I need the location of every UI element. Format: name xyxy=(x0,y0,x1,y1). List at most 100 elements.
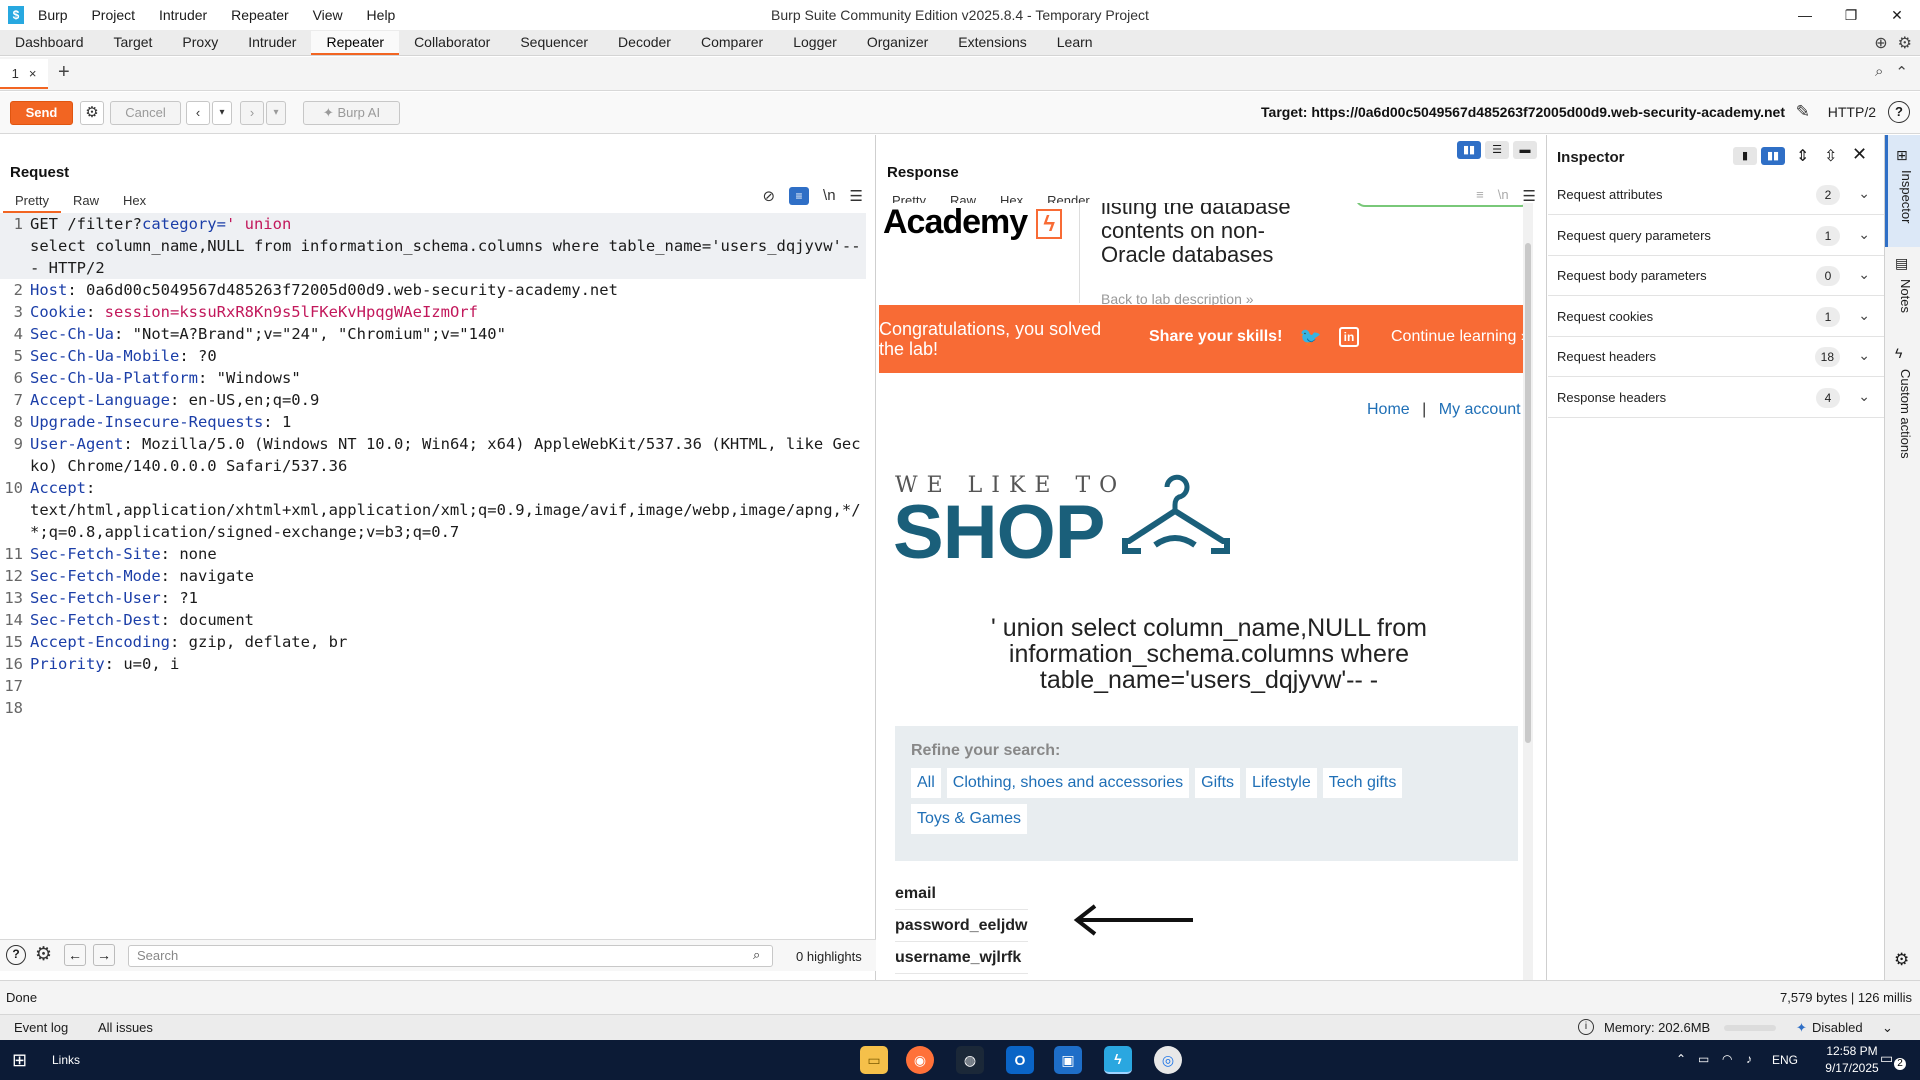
tab-collaborator[interactable]: Collaborator xyxy=(399,31,505,55)
request-menu-icon[interactable]: ☰ xyxy=(850,187,863,205)
filter-tech-gifts[interactable]: Tech gifts xyxy=(1322,768,1403,798)
close-inspector-icon[interactable]: ✕ xyxy=(1852,144,1867,165)
http-version[interactable]: HTTP/2 xyxy=(1828,104,1876,120)
close-tab-icon[interactable]: × xyxy=(29,66,37,81)
outlook-icon[interactable]: O xyxy=(1006,1046,1034,1074)
repeater-tab-1[interactable]: 1 × xyxy=(0,59,48,89)
menu-help[interactable]: Help xyxy=(367,7,396,23)
side-tab-custom-actions[interactable]: ϟ Custom actions xyxy=(1885,337,1920,467)
inspector-section[interactable]: Request headers 18 ⌄ xyxy=(1548,337,1884,377)
expand-all-icon[interactable]: ⇕ xyxy=(1796,146,1809,166)
chevron-down-icon[interactable]: ⌄ xyxy=(1858,266,1870,283)
notification-icon[interactable]: ▭ xyxy=(1880,1050,1893,1067)
wrap-lines-icon[interactable]: ≡ xyxy=(789,187,810,205)
nav-my-account-link[interactable]: My account xyxy=(1439,401,1521,418)
inspector-section[interactable]: Request attributes 2 ⌄ xyxy=(1548,175,1884,215)
request-editor[interactable]: 1 GET /filter?category=' union select co… xyxy=(0,213,866,719)
settings-gear-icon[interactable]: ⚙ xyxy=(1898,33,1912,53)
tab-intruder[interactable]: Intruder xyxy=(233,31,311,55)
tab-dashboard[interactable]: Dashboard xyxy=(0,31,99,55)
search-settings-gear-icon[interactable]: ⚙ xyxy=(35,943,52,966)
request-tab-pretty[interactable]: Pretty xyxy=(3,191,61,213)
menu-project[interactable]: Project xyxy=(91,7,135,23)
filter-toys-games[interactable]: Toys & Games xyxy=(911,804,1028,834)
minimize-button[interactable]: — xyxy=(1782,0,1828,30)
linkedin-icon[interactable]: in xyxy=(1339,327,1359,347)
app-window-icon[interactable]: ▣ xyxy=(1054,1046,1082,1074)
inspector-layout-icon[interactable]: ▮ xyxy=(1733,147,1757,165)
links-toolbar[interactable]: Links xyxy=(52,1053,80,1067)
side-settings-gear-icon[interactable]: ⚙ xyxy=(1894,950,1909,970)
edit-target-pencil-icon[interactable]: ✎ xyxy=(1796,102,1810,122)
inspector-section[interactable]: Response headers 4 ⌄ xyxy=(1548,378,1884,418)
add-tab-button[interactable]: + xyxy=(58,61,70,84)
firefox-icon[interactable]: ◉ xyxy=(906,1046,934,1074)
maximize-button[interactable]: ❐ xyxy=(1828,0,1874,30)
tab-sequencer[interactable]: Sequencer xyxy=(505,31,603,55)
tab-logger[interactable]: Logger xyxy=(778,31,852,55)
menu-repeater[interactable]: Repeater xyxy=(231,7,289,23)
chevron-up-icon[interactable]: ⌃ xyxy=(1676,1052,1686,1066)
inspector-section[interactable]: Request query parameters 1 ⌄ xyxy=(1548,216,1884,256)
tab-extensions[interactable]: Extensions xyxy=(943,31,1041,55)
request-tab-raw[interactable]: Raw xyxy=(61,191,111,213)
layout-single-icon[interactable]: ▬ xyxy=(1513,141,1537,159)
continue-learning-link[interactable]: Continue learning » xyxy=(1391,328,1530,346)
render-scrollbar[interactable] xyxy=(1523,203,1533,980)
chevron-down-icon[interactable]: ⌄ xyxy=(1858,347,1870,364)
nav-home-link[interactable]: Home xyxy=(1367,401,1410,418)
back-dropdown-icon[interactable]: ▾ xyxy=(212,101,232,125)
side-tab-notes[interactable]: ▤ Notes xyxy=(1885,247,1920,337)
tab-proxy[interactable]: Proxy xyxy=(167,31,233,55)
language-indicator[interactable]: ENG xyxy=(1772,1053,1798,1067)
filter-clothing[interactable]: Clothing, shoes and accessories xyxy=(946,768,1190,798)
inspector-section[interactable]: Request cookies 1 ⌄ xyxy=(1548,297,1884,337)
burp-taskbar-icon[interactable]: ϟ xyxy=(1104,1046,1132,1074)
chevron-down-icon[interactable]: ⌄ xyxy=(1882,1020,1893,1036)
burp-ai-button[interactable]: ✦ Burp AI xyxy=(303,101,400,125)
side-tab-inspector[interactable]: ⊞ Inspector xyxy=(1885,135,1920,247)
search-icon[interactable]: ⌕ xyxy=(1875,63,1883,81)
layout-stacked-icon[interactable]: ☰ xyxy=(1485,141,1509,159)
close-window-button[interactable]: ✕ xyxy=(1874,0,1920,30)
chevron-down-icon[interactable]: ⌄ xyxy=(1858,388,1870,405)
all-issues-tab[interactable]: All issues xyxy=(98,1020,153,1035)
request-tab-hex[interactable]: Hex xyxy=(111,191,158,213)
event-log-tab[interactable]: Event log xyxy=(14,1020,68,1035)
chevron-down-icon[interactable]: ⌄ xyxy=(1858,185,1870,202)
tab-learn[interactable]: Learn xyxy=(1042,31,1108,55)
menu-intruder[interactable]: Intruder xyxy=(159,7,207,23)
windows-start-icon[interactable]: ⊞ xyxy=(12,1050,27,1071)
search-input[interactable]: Search xyxy=(128,945,773,967)
menu-view[interactable]: View xyxy=(313,7,343,23)
layout-split-icon[interactable]: ▮▮ xyxy=(1457,141,1481,159)
collapse-all-icon[interactable]: ⇳ xyxy=(1824,146,1837,166)
file-explorer-icon[interactable]: ▭ xyxy=(860,1046,888,1074)
globe-icon[interactable]: ⊕ xyxy=(1874,33,1887,53)
tab-comparer[interactable]: Comparer xyxy=(686,31,778,55)
forward-dropdown-icon[interactable]: ▾ xyxy=(266,101,286,125)
steam-icon[interactable]: ◍ xyxy=(956,1046,984,1074)
chevron-down-icon[interactable]: ⌄ xyxy=(1858,226,1870,243)
newline-icon[interactable]: \n xyxy=(823,187,836,205)
inspector-section[interactable]: Request body parameters 0 ⌄ xyxy=(1548,256,1884,296)
tab-organizer[interactable]: Organizer xyxy=(852,31,943,55)
tab-repeater[interactable]: Repeater xyxy=(311,31,400,55)
forward-arrow-icon[interactable]: › xyxy=(240,101,264,125)
hide-icon[interactable]: ⊘ xyxy=(762,187,775,205)
search-magnifier-icon[interactable]: ⌕ xyxy=(753,947,760,963)
inspector-layout-active-icon[interactable]: ▮▮ xyxy=(1761,147,1785,165)
back-arrow-icon[interactable]: ‹ xyxy=(186,101,210,125)
previous-match-arrow-icon[interactable]: ← xyxy=(64,944,86,966)
menu-burp[interactable]: Burp xyxy=(38,7,68,23)
send-button[interactable]: Send xyxy=(10,101,73,125)
chrome-icon[interactable]: ◎ xyxy=(1154,1046,1182,1074)
tab-decoder[interactable]: Decoder xyxy=(603,31,686,55)
filter-gifts[interactable]: Gifts xyxy=(1195,768,1241,798)
chevron-up-icon[interactable]: ⌃ xyxy=(1895,63,1908,81)
filter-lifestyle[interactable]: Lifestyle xyxy=(1246,768,1317,798)
twitter-icon[interactable]: 🐦 xyxy=(1299,327,1321,348)
cancel-button[interactable]: Cancel xyxy=(110,101,181,125)
help-icon[interactable]: ? xyxy=(6,945,26,965)
next-match-arrow-icon[interactable]: → xyxy=(93,944,115,966)
